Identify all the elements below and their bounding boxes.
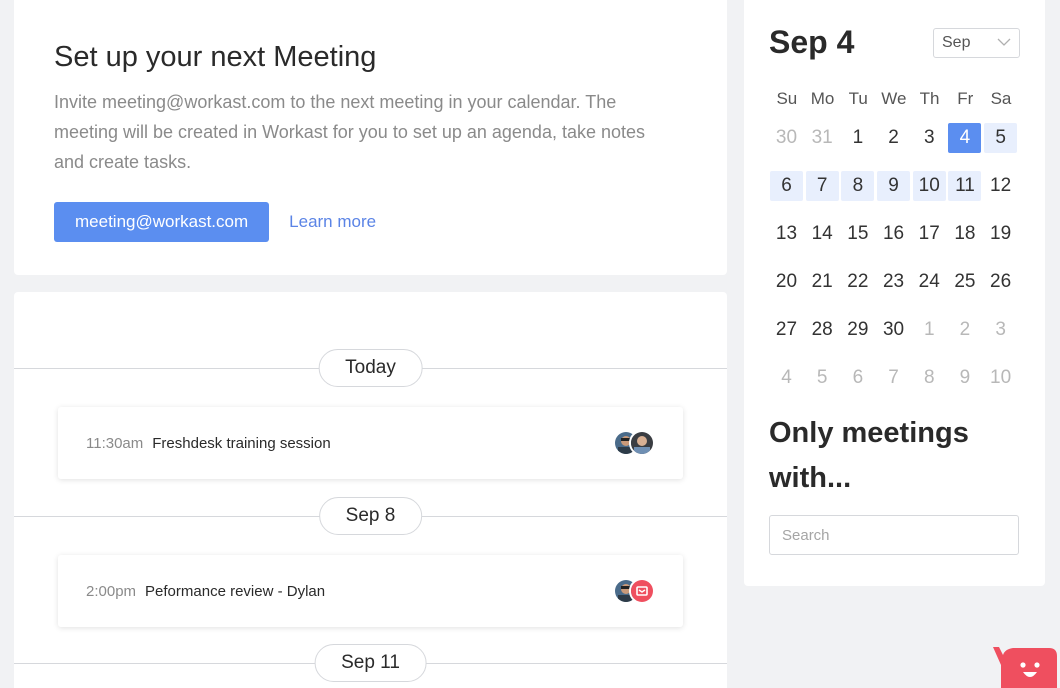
weekday-label: Fr	[957, 89, 974, 108]
chevron-down-icon	[997, 38, 1011, 46]
calendar-day[interactable]: 1	[913, 315, 946, 345]
day-separator-sep-11: Sep 11	[14, 644, 727, 682]
attendee-avatars	[613, 430, 655, 456]
calendar-day[interactable]: 11	[948, 171, 982, 201]
calendar-day[interactable]: 28	[806, 315, 839, 345]
copy-email-button[interactable]: meeting@workast.com	[54, 201, 270, 242]
meeting-time: 11:30am	[86, 434, 144, 452]
calendar-day[interactable]: 12	[984, 171, 1017, 201]
month-select[interactable]: Sep	[933, 27, 1020, 58]
sidebar: Sep 4 Sep Su Mo Tu We Th Fr Sa 30 31 1 2…	[744, 0, 1045, 586]
calendar-day[interactable]: 2	[948, 315, 981, 345]
calendar-header: Sep 4 Sep	[769, 24, 1020, 61]
calendar-day[interactable]: 30	[877, 315, 910, 345]
calendar-day[interactable]: 3	[984, 315, 1017, 345]
day-label: Sep 11	[314, 644, 427, 682]
meeting-item[interactable]: 11:30am Freshdesk training session	[58, 407, 683, 479]
day-label: Sep 8	[318, 497, 423, 535]
meetings-list: Today 11:30am Freshdesk training session…	[14, 292, 727, 688]
calendar-day[interactable]: 10	[984, 363, 1017, 393]
calendar-day[interactable]: 16	[877, 219, 910, 249]
avatar	[629, 430, 655, 456]
weekday-label: Mo	[810, 89, 835, 108]
meeting-time: 2:00pm	[86, 582, 137, 600]
calendar-day-selected[interactable]: 4	[948, 123, 982, 153]
weekday-label: Su	[776, 89, 798, 108]
calendar-day[interactable]: 30	[770, 123, 803, 153]
calendar-day[interactable]: 18	[948, 219, 981, 249]
calendar-day[interactable]: 24	[913, 267, 946, 297]
calendar-day[interactable]: 15	[841, 219, 874, 249]
meeting-title: Freshdesk training session	[152, 434, 331, 452]
mascot-icon	[993, 647, 1057, 688]
calendar-day[interactable]: 6	[841, 363, 874, 393]
setup-title: Set up your next Meeting	[54, 41, 377, 73]
setup-card: Set up your next Meeting Invite meeting@…	[14, 0, 727, 275]
calendar-day[interactable]: 13	[770, 219, 803, 249]
calendar-day[interactable]: 7	[805, 171, 839, 201]
calendar-day[interactable]: 17	[913, 219, 946, 249]
chat-widget-button[interactable]	[993, 645, 1057, 688]
day-separator-today: Today	[14, 349, 727, 387]
app-logo-icon	[629, 578, 655, 604]
calendar-day[interactable]: 14	[806, 219, 839, 249]
calendar-day[interactable]: 3	[913, 123, 946, 153]
calendar-day[interactable]: 22	[841, 267, 874, 297]
weekday-label: Th	[919, 89, 940, 108]
attendee-avatars	[613, 578, 655, 604]
day-separator-sep-8: Sep 8	[14, 497, 727, 535]
calendar-day[interactable]: 1	[841, 123, 874, 153]
calendar-day[interactable]: 4	[770, 363, 803, 393]
calendar-day[interactable]: 9	[948, 363, 981, 393]
calendar-day[interactable]: 23	[877, 267, 910, 297]
calendar-day[interactable]: 21	[806, 267, 839, 297]
filter-title: Only meetings with...	[769, 417, 969, 494]
month-select-value: Sep	[942, 33, 971, 51]
calendar-day[interactable]: 8	[913, 363, 946, 393]
calendar-day[interactable]: 8	[841, 171, 875, 201]
calendar-day[interactable]: 31	[806, 123, 839, 153]
calendar-grid: Su Mo Tu We Th Fr Sa 30 31 1 2 3 4 5 6 7…	[769, 89, 1020, 411]
calendar-day[interactable]: 20	[770, 267, 803, 297]
day-label: Today	[318, 349, 423, 387]
weekday-label: Tu	[848, 89, 868, 108]
calendar-day[interactable]: 19	[984, 219, 1017, 249]
calendar-day[interactable]: 5	[806, 363, 839, 393]
calendar-day[interactable]: 7	[877, 363, 910, 393]
learn-more-link[interactable]: Learn more	[289, 212, 376, 232]
calendar-day[interactable]: 5	[984, 123, 1018, 153]
calendar-day[interactable]: 9	[877, 171, 911, 201]
calendar-day[interactable]: 27	[770, 315, 803, 345]
calendar-day[interactable]: 29	[841, 315, 874, 345]
calendar-day[interactable]: 6	[770, 171, 803, 201]
meeting-item[interactable]: 2:00pm Peformance review - Dylan	[58, 555, 683, 627]
calendar-day[interactable]: 26	[984, 267, 1017, 297]
weekday-label: Sa	[990, 89, 1012, 108]
calendar-day[interactable]: 2	[877, 123, 910, 153]
setup-description: Invite meeting@workast.com to the next m…	[54, 91, 646, 172]
weekday-label: We	[881, 89, 907, 108]
calendar-day[interactable]: 10	[912, 171, 946, 201]
setup-actions: meeting@workast.com Learn more	[54, 201, 687, 242]
meeting-title: Peformance review - Dylan	[145, 582, 326, 600]
search-input[interactable]	[769, 515, 1019, 555]
calendar-day[interactable]: 25	[948, 267, 981, 297]
selected-date: Sep 4	[769, 24, 855, 60]
